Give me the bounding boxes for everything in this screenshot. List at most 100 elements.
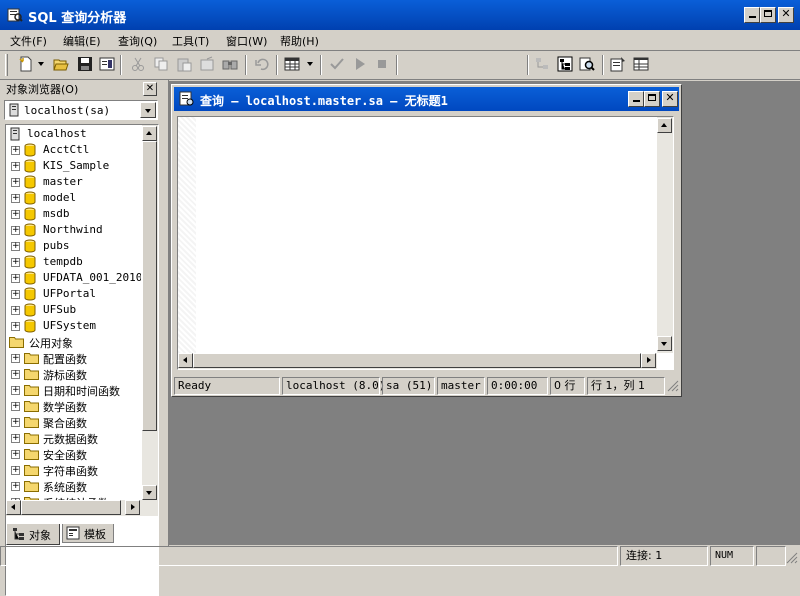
- tree-vertical-scrollbar[interactable]: [142, 125, 158, 501]
- load-script-icon[interactable]: [99, 56, 115, 72]
- tree-hscroll-thumb[interactable]: [21, 500, 121, 515]
- tree-item[interactable]: + 安全函数: [7, 446, 137, 462]
- expand-icon[interactable]: +: [11, 402, 20, 411]
- tab-objects[interactable]: 对象: [6, 524, 60, 545]
- expand-icon[interactable]: +: [11, 450, 20, 459]
- find-icon[interactable]: [222, 56, 238, 72]
- tree-scroll-thumb[interactable]: [142, 141, 157, 431]
- server-select[interactable]: localhost(sa): [4, 100, 158, 120]
- object-search-icon[interactable]: [579, 56, 595, 72]
- expand-icon[interactable]: +: [11, 354, 20, 363]
- object-browser-toggle-icon[interactable]: [557, 56, 573, 72]
- expand-icon[interactable]: +: [11, 306, 20, 315]
- results-dropdown-icon[interactable]: [307, 62, 313, 66]
- app-resize-grip-icon[interactable]: [786, 552, 798, 564]
- menu-file[interactable]: 文件(F): [10, 33, 47, 49]
- minimize-button[interactable]: [744, 7, 760, 23]
- tree-item[interactable]: + msdb: [7, 206, 137, 222]
- scroll-down-button[interactable]: [142, 485, 157, 500]
- tree-item[interactable]: + Northwind: [7, 222, 137, 238]
- query-minimize-button[interactable]: [628, 91, 644, 107]
- tree-item[interactable]: + UFSystem: [7, 318, 137, 334]
- current-connection-properties-icon[interactable]: [610, 56, 626, 72]
- expand-icon[interactable]: +: [11, 226, 20, 235]
- scroll-up-button[interactable]: [142, 126, 157, 141]
- parse-check-icon[interactable]: [329, 56, 345, 72]
- execute-icon[interactable]: [352, 56, 368, 72]
- cut-icon[interactable]: [130, 56, 146, 72]
- expand-icon[interactable]: +: [11, 482, 20, 491]
- query-maximize-button[interactable]: [644, 91, 660, 107]
- scroll-right-button[interactable]: [125, 500, 140, 515]
- tree-item[interactable]: + AcctCtl: [7, 142, 137, 158]
- tab-templates[interactable]: 模板: [62, 524, 114, 543]
- tree-item[interactable]: + 系统函数: [7, 478, 137, 494]
- clear-window-icon[interactable]: [199, 56, 215, 72]
- results-grid-icon[interactable]: [284, 56, 300, 72]
- query-editor[interactable]: [177, 116, 674, 370]
- menu-edit[interactable]: 编辑(E): [63, 33, 101, 49]
- open-folder-icon[interactable]: [53, 56, 69, 72]
- expand-icon[interactable]: +: [11, 322, 20, 331]
- tree-horizontal-scrollbar[interactable]: [6, 500, 158, 516]
- maximize-button[interactable]: [760, 7, 776, 23]
- server-dropdown-button[interactable]: [140, 102, 156, 118]
- expand-icon[interactable]: +: [11, 370, 20, 379]
- tree-item[interactable]: + 元数据函数: [7, 430, 137, 446]
- editor-vertical-scrollbar[interactable]: [657, 117, 673, 353]
- expand-icon[interactable]: +: [11, 434, 20, 443]
- menu-window[interactable]: 窗口(W): [226, 33, 267, 49]
- tree-item[interactable]: + UFPortal: [7, 286, 137, 302]
- expand-icon[interactable]: +: [11, 274, 20, 283]
- stop-icon[interactable]: [374, 56, 390, 72]
- object-browser-close-button[interactable]: ✕: [143, 82, 157, 96]
- expand-icon[interactable]: +: [11, 290, 20, 299]
- tree-item[interactable]: + master: [7, 174, 137, 190]
- tree-item[interactable]: + 数学函数: [7, 398, 137, 414]
- tree-item[interactable]: 公用对象: [7, 334, 137, 350]
- tree-item[interactable]: + UFDATA_001_2010: [7, 270, 141, 286]
- query-window-title-bar[interactable]: 查询 — localhost.master.sa — 无标题1 ✕: [174, 87, 679, 111]
- expand-icon[interactable]: +: [11, 178, 20, 187]
- save-icon[interactable]: [77, 56, 93, 72]
- query-close-button[interactable]: ✕: [662, 91, 678, 107]
- results-pane-icon[interactable]: [633, 56, 649, 72]
- tree-item[interactable]: + 配置函数: [7, 350, 137, 366]
- editor-scroll-up-button[interactable]: [657, 118, 672, 133]
- tree-item[interactable]: + 日期和时间函数: [7, 382, 137, 398]
- tree-item[interactable]: + UFSub: [7, 302, 137, 318]
- tree-item[interactable]: + pubs: [7, 238, 137, 254]
- tree-item[interactable]: + KIS_Sample: [7, 158, 137, 174]
- scroll-left-button[interactable]: [6, 500, 21, 515]
- new-query-icon[interactable]: [18, 56, 34, 72]
- editor-scroll-down-button[interactable]: [657, 336, 672, 351]
- expand-icon[interactable]: +: [11, 242, 20, 251]
- tree-item[interactable]: + 聚合函数: [7, 414, 137, 430]
- expand-icon[interactable]: +: [11, 146, 20, 155]
- tree-item[interactable]: + tempdb: [7, 254, 137, 270]
- tree-item[interactable]: + 游标函数: [7, 366, 137, 382]
- resize-grip-icon[interactable]: [667, 380, 679, 392]
- expand-icon[interactable]: +: [11, 162, 20, 171]
- tree-item[interactable]: localhost: [7, 126, 137, 142]
- menu-tools[interactable]: 工具(T): [172, 33, 209, 49]
- new-dropdown-icon[interactable]: [38, 62, 44, 66]
- menu-help[interactable]: 帮助(H): [280, 33, 319, 49]
- paste-icon[interactable]: [176, 56, 192, 72]
- expand-icon[interactable]: +: [11, 418, 20, 427]
- estimated-plan-icon[interactable]: [534, 56, 550, 72]
- copy-icon[interactable]: [153, 56, 169, 72]
- close-button[interactable]: ✕: [778, 7, 794, 23]
- editor-scroll-right-button[interactable]: [641, 353, 656, 368]
- tree-item[interactable]: + model: [7, 190, 137, 206]
- expand-icon[interactable]: +: [11, 194, 20, 203]
- editor-hscroll-thumb[interactable]: [193, 353, 641, 368]
- editor-horizontal-scrollbar[interactable]: [178, 353, 657, 369]
- undo-icon[interactable]: [254, 56, 270, 72]
- expand-icon[interactable]: +: [11, 386, 20, 395]
- expand-icon[interactable]: +: [11, 258, 20, 267]
- expand-icon[interactable]: +: [11, 210, 20, 219]
- menu-query[interactable]: 查询(Q): [118, 33, 157, 49]
- tree-item[interactable]: + 字符串函数: [7, 462, 137, 478]
- expand-icon[interactable]: +: [11, 466, 20, 475]
